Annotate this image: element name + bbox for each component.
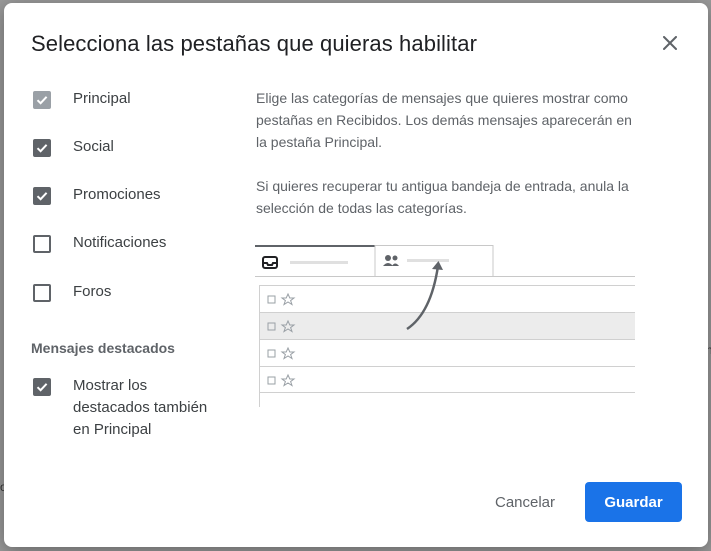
description-paragraph: Si quieres recuperar tu antigua bandeja …	[256, 178, 629, 216]
option-social[interactable]: Social	[33, 138, 114, 158]
checkmark-icon	[36, 383, 48, 392]
checkbox-notificaciones[interactable]	[33, 235, 51, 253]
option-label: Notificaciones	[73, 234, 167, 251]
people-icon	[385, 255, 391, 261]
option-foros[interactable]: Foros	[33, 283, 112, 303]
option-principal[interactable]: Principal	[33, 90, 131, 110]
option-label-starred: Mostrar los destacados también en Princi…	[73, 375, 207, 441]
illustration-tab-primary	[255, 245, 375, 269]
checkbox-starred[interactable]	[33, 378, 51, 396]
cancel-button[interactable]: Cancelar	[477, 483, 573, 521]
option-promociones[interactable]: Promociones	[33, 186, 161, 206]
checkmark-icon	[36, 96, 48, 105]
option-label: Principal	[73, 90, 131, 107]
checkbox-social[interactable]	[33, 139, 51, 157]
option-label: Foros	[73, 283, 112, 300]
option-starred[interactable]: Mostrar los destacados también en Princi…	[33, 375, 207, 441]
starred-line: Mostrar los	[73, 377, 148, 394]
checkmark-icon	[36, 144, 48, 153]
checkmark-icon	[36, 192, 48, 201]
checkbox-principal[interactable]	[33, 91, 51, 109]
section-title-starred: Mensajes destacados	[31, 340, 175, 356]
checkbox-promociones[interactable]	[33, 187, 51, 205]
tabs-dialog: Selecciona las pestañas que quieras habi…	[4, 3, 708, 547]
description-paragraph: Elige las categorías de mensajes que qui…	[256, 90, 632, 150]
checkbox-foros[interactable]	[33, 284, 51, 302]
option-notificaciones[interactable]: Notificaciones	[33, 234, 167, 254]
description: Elige las categorías de mensajes que qui…	[256, 87, 646, 241]
option-label: Social	[73, 138, 114, 155]
close-button[interactable]	[654, 27, 686, 59]
tabs-illustration	[255, 245, 635, 407]
close-icon	[663, 36, 677, 50]
illustration-tab-social	[374, 245, 494, 276]
dialog-title: Selecciona las pestañas que quieras habi…	[31, 31, 478, 56]
starred-line: destacados también	[73, 399, 208, 416]
option-label: Promociones	[73, 186, 161, 203]
save-button[interactable]: Guardar	[585, 482, 682, 522]
starred-line: en Principal	[73, 421, 152, 438]
